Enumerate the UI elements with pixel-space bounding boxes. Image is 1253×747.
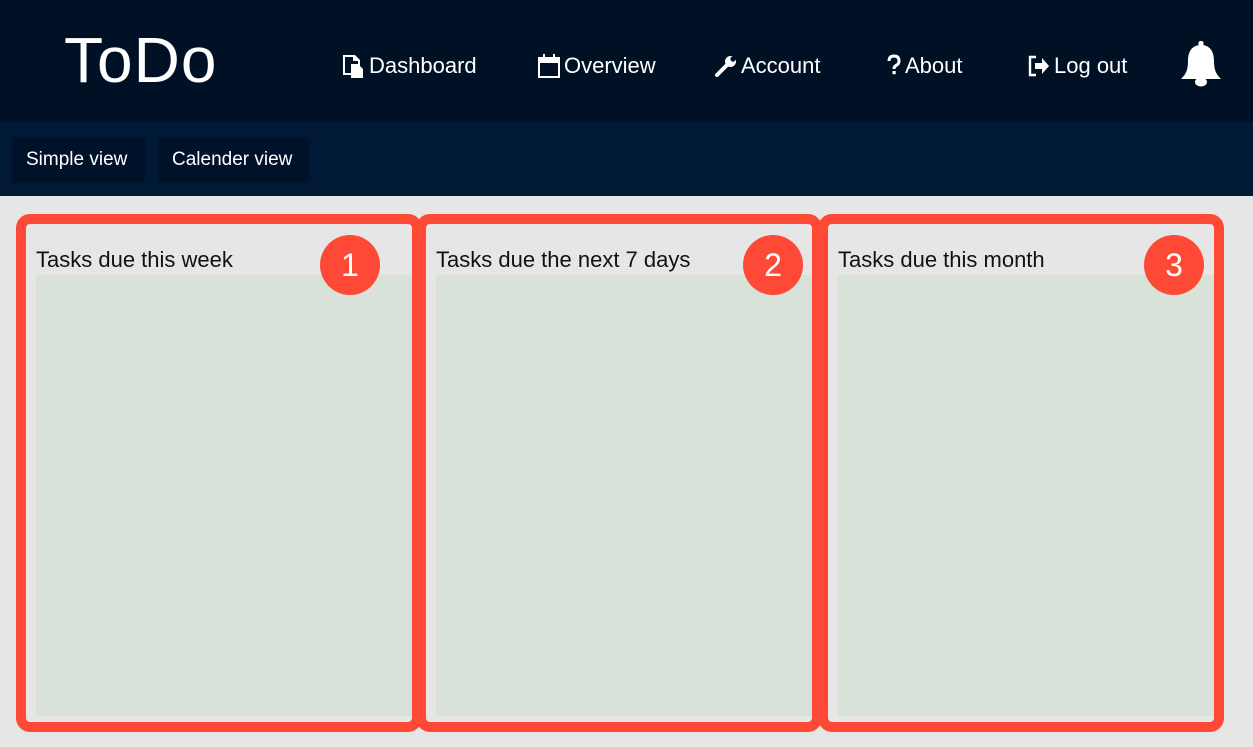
- view-toolbar: Simple view Calender view: [0, 122, 1253, 196]
- nav-dashboard[interactable]: Dashboard: [340, 50, 477, 82]
- simple-view-button[interactable]: Simple view: [12, 137, 145, 183]
- logout-icon: [1028, 55, 1049, 77]
- nav-logout-label: Log out: [1054, 53, 1128, 78]
- nav-overview[interactable]: Overview: [537, 50, 656, 82]
- nav-overview-label: Overview: [564, 53, 656, 78]
- tasks-this-month-panel: Tasks due this month 3: [818, 214, 1224, 732]
- calendar-icon: [538, 54, 560, 78]
- calendar-view-button[interactable]: Calender view: [158, 137, 309, 183]
- notifications-button[interactable]: [1178, 40, 1224, 88]
- panel-title: Tasks due this month: [838, 247, 1045, 272]
- top-navbar: ToDo Dashboard Overview Account About Lo…: [0, 0, 1253, 122]
- panel-title: Tasks due this week: [36, 247, 233, 272]
- task-list-area[interactable]: [36, 275, 412, 716]
- tasks-next-7-days-panel: Tasks due the next 7 days 2: [416, 214, 822, 732]
- nav-account[interactable]: Account: [714, 50, 821, 82]
- callout-badge: 1: [320, 235, 380, 295]
- wrench-icon: [715, 56, 736, 77]
- task-list-area[interactable]: [436, 275, 812, 716]
- callout-badge: 2: [743, 235, 803, 295]
- tasks-this-week-panel: Tasks due this week 1: [16, 214, 422, 732]
- nav-about-label: About: [905, 53, 963, 78]
- nav-dashboard-label: Dashboard: [369, 53, 477, 78]
- callout-badge: 3: [1144, 235, 1204, 295]
- nav-account-label: Account: [741, 53, 821, 78]
- panel-title: Tasks due the next 7 days: [436, 247, 691, 272]
- question-icon: [887, 54, 901, 75]
- nav-about[interactable]: About: [886, 50, 963, 82]
- app-logo[interactable]: ToDo: [64, 22, 217, 98]
- task-list-area[interactable]: [838, 275, 1214, 716]
- bell-icon: [1181, 41, 1221, 87]
- nav-logout[interactable]: Log out: [1027, 50, 1127, 82]
- clipboard-icon: [343, 55, 363, 78]
